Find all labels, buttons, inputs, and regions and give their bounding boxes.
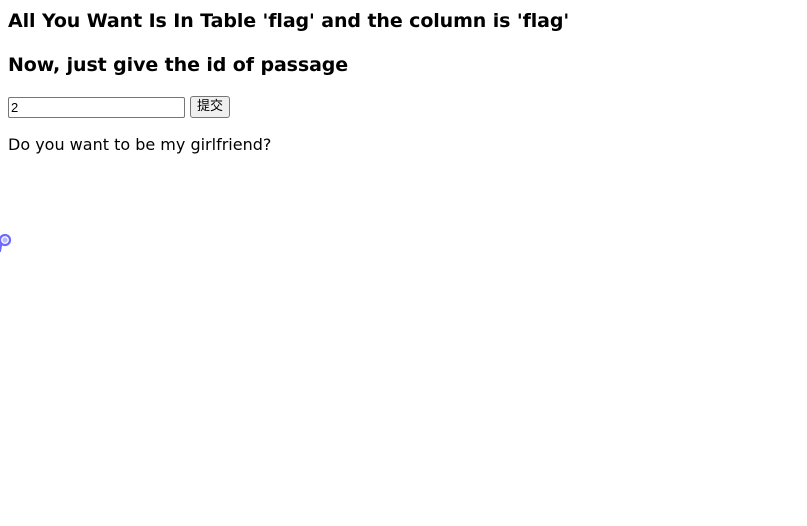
passage-prompt-heading: Now, just give the id of passage <box>8 54 349 76</box>
table-hint-heading: All You Want Is In Table 'flag' and the … <box>8 10 570 32</box>
id-query-form: 提交 <box>8 95 231 119</box>
result-text: Do you want to be my girlfriend? <box>8 135 272 154</box>
link-select-cursor-icon <box>0 233 12 253</box>
passage-id-input[interactable] <box>8 96 185 118</box>
submit-button[interactable]: 提交 <box>190 96 231 118</box>
